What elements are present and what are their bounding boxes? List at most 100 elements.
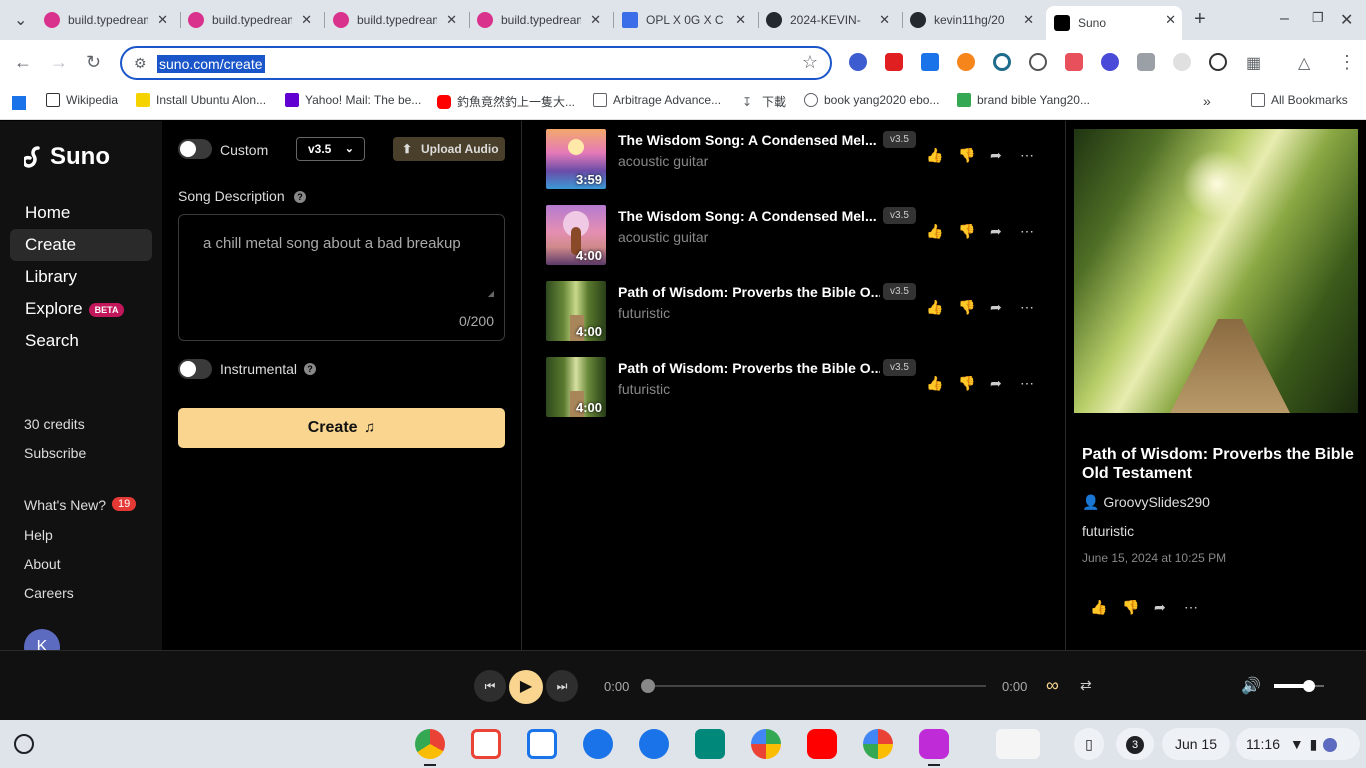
close-window-icon[interactable]: ✕ — [1340, 10, 1353, 30]
close-tab-icon[interactable]: ✕ — [1023, 12, 1034, 28]
volume-handle[interactable] — [1303, 680, 1315, 692]
thumbs-up-icon[interactable]: 👍 — [926, 375, 943, 392]
more-bookmarks-chevron-icon[interactable]: » — [1203, 93, 1211, 109]
gmail-icon[interactable] — [471, 729, 501, 759]
list-item[interactable]: 3:59 The Wisdom Song: A Condensed Mel...… — [546, 129, 1046, 191]
calendar-extension-icon[interactable] — [921, 53, 939, 71]
sidebar-item-home[interactable]: Home — [10, 197, 152, 229]
new-tab-icon[interactable]: + — [1194, 8, 1206, 31]
meet-icon[interactable] — [695, 729, 725, 759]
share-icon[interactable]: ➦ — [1154, 599, 1166, 616]
song-title[interactable]: Path of Wisdom: Proverbs the Bible O... — [618, 284, 880, 300]
assistant-extension-icon[interactable] — [1209, 53, 1227, 71]
privacy-extension-icon[interactable] — [1137, 53, 1155, 71]
tab-opl[interactable]: OPL X 0G X C ✕ — [622, 6, 752, 34]
thumbs-down-icon[interactable]: 👎 — [958, 299, 975, 316]
sidebar-item-library[interactable]: Library — [10, 261, 152, 293]
more-options-icon[interactable]: ⋯ — [1020, 299, 1034, 316]
list-item[interactable]: 4:00 Path of Wisdom: Proverbs the Bible … — [546, 281, 1046, 343]
instrumental-toggle[interactable] — [178, 359, 212, 379]
rocket-extension-icon[interactable] — [849, 53, 867, 71]
compass-extension-icon[interactable] — [993, 53, 1011, 71]
play-store-icon[interactable] — [751, 729, 781, 759]
song-thumbnail[interactable]: 4:00 — [546, 357, 606, 417]
close-tab-icon[interactable]: ✕ — [446, 12, 457, 28]
address-bar[interactable]: ⚙ suno.com/create ☆ — [120, 46, 832, 80]
launcher-icon[interactable] — [14, 734, 34, 754]
tab-github-kevin11hg[interactable]: kevin11hg/20 ✕ — [910, 6, 1040, 34]
close-tab-icon[interactable]: ✕ — [301, 12, 312, 28]
song-thumbnail[interactable]: 4:00 — [546, 281, 606, 341]
share-icon[interactable]: ➦ — [990, 375, 1002, 392]
tab-build-typedream-4[interactable]: build.typedream ✕ — [477, 6, 607, 34]
url-text[interactable]: suno.com/create — [157, 55, 265, 73]
whats-new-link[interactable]: What's New? 19 — [24, 497, 137, 513]
extensions-puzzle-icon[interactable]: ▦ — [1246, 53, 1261, 73]
more-options-icon[interactable]: ⋯ — [1020, 375, 1034, 392]
song-thumbnail[interactable]: 3:59 — [546, 129, 606, 189]
leaf-extension-icon[interactable] — [1173, 53, 1191, 71]
back-icon[interactable]: ← — [14, 52, 32, 73]
song-description-input[interactable]: a chill metal song about a bad breakup ◢… — [178, 214, 505, 341]
create-button[interactable]: Create ♫ — [178, 408, 505, 448]
metamask-extension-icon[interactable] — [957, 53, 975, 71]
version-select[interactable]: v3.5 ⌄ — [296, 137, 365, 161]
close-tab-icon[interactable]: ✕ — [157, 12, 168, 28]
tab-github-kevin[interactable]: 2024-KEVIN- ✕ — [766, 6, 896, 34]
messages-icon[interactable] — [639, 729, 669, 759]
bookmark-book-yang[interactable]: book yang2020 ebo... — [804, 93, 939, 107]
song-thumbnail[interactable]: 4:00 — [546, 205, 606, 265]
files-icon[interactable] — [583, 729, 613, 759]
sidebar-item-search[interactable]: Search — [10, 325, 152, 357]
forward-icon[interactable]: → — [50, 52, 68, 73]
bookmark-wikipedia[interactable]: Wikipedia — [46, 93, 118, 107]
calendar-icon[interactable] — [527, 729, 557, 759]
thumbs-up-icon[interactable]: 👍 — [1090, 599, 1107, 616]
next-track-button[interactable]: ⏭ — [546, 670, 578, 702]
suno-logo[interactable]: Suno — [24, 143, 110, 171]
wallet-extension-icon[interactable] — [1101, 53, 1119, 71]
chrome-icon[interactable] — [415, 729, 445, 759]
repeat-icon[interactable]: ⇄ — [1080, 677, 1092, 694]
help-question-icon[interactable]: ? — [304, 363, 316, 375]
date-tray[interactable]: Jun 15 — [1162, 728, 1230, 760]
more-options-icon[interactable]: ⋯ — [1184, 599, 1198, 616]
shield-extension-icon[interactable] — [1065, 53, 1083, 71]
more-options-icon[interactable]: ⋯ — [1020, 223, 1034, 240]
maximize-icon[interactable]: ❐ — [1312, 10, 1324, 26]
apps-grid-icon[interactable] — [12, 96, 26, 110]
help-link[interactable]: Help — [24, 527, 53, 543]
thumbs-down-icon[interactable]: 👎 — [958, 375, 975, 392]
minimize-icon[interactable]: – — [1280, 10, 1289, 28]
careers-link[interactable]: Careers — [24, 585, 74, 601]
resize-grip-icon[interactable]: ◢ — [488, 289, 494, 298]
bookmark-youtube[interactable]: 釣魚竟然釣上一隻大... — [437, 93, 575, 110]
share-icon[interactable]: ➦ — [990, 223, 1002, 240]
list-item[interactable]: 4:00 Path of Wisdom: Proverbs the Bible … — [546, 357, 1046, 419]
about-link[interactable]: About — [24, 556, 61, 572]
thumbs-up-icon[interactable]: 👍 — [926, 223, 943, 240]
close-tab-icon[interactable]: ✕ — [590, 12, 601, 28]
volume-icon[interactable]: 🔊 — [1241, 676, 1261, 696]
window-preview-thumbnail[interactable] — [996, 729, 1040, 759]
close-tab-icon[interactable]: ✕ — [735, 12, 746, 28]
thumbs-up-icon[interactable]: 👍 — [926, 147, 943, 164]
sidebar-item-create[interactable]: Create — [10, 229, 152, 261]
tab-build-typedream-2[interactable]: build.typedream ✕ — [188, 6, 318, 34]
bookmark-yahoo[interactable]: Yahoo! Mail: The be... — [285, 93, 421, 107]
play-button[interactable]: ▶ — [509, 670, 543, 704]
author-link[interactable]: 👤 GroovySlides290 — [1082, 494, 1210, 511]
bookmark-star-icon[interactable]: ☆ — [802, 52, 818, 73]
status-tray[interactable]: 11:16 ▼ ▮ — [1236, 728, 1360, 760]
notification-count[interactable]: 3 — [1116, 728, 1154, 760]
youtube-icon[interactable] — [807, 729, 837, 759]
list-item[interactable]: 4:00 The Wisdom Song: A Condensed Mel...… — [546, 205, 1046, 267]
clock-extension-icon[interactable] — [1029, 53, 1047, 71]
share-icon[interactable]: ➦ — [990, 299, 1002, 316]
close-tab-icon[interactable]: ✕ — [879, 12, 890, 28]
subscribe-link[interactable]: Subscribe — [24, 445, 86, 461]
sidebar-item-explore[interactable]: Explore BETA — [10, 293, 152, 325]
help-question-icon[interactable]: ? — [294, 191, 306, 203]
adblock-extension-icon[interactable] — [885, 53, 903, 71]
avatar[interactable]: K — [24, 629, 60, 650]
